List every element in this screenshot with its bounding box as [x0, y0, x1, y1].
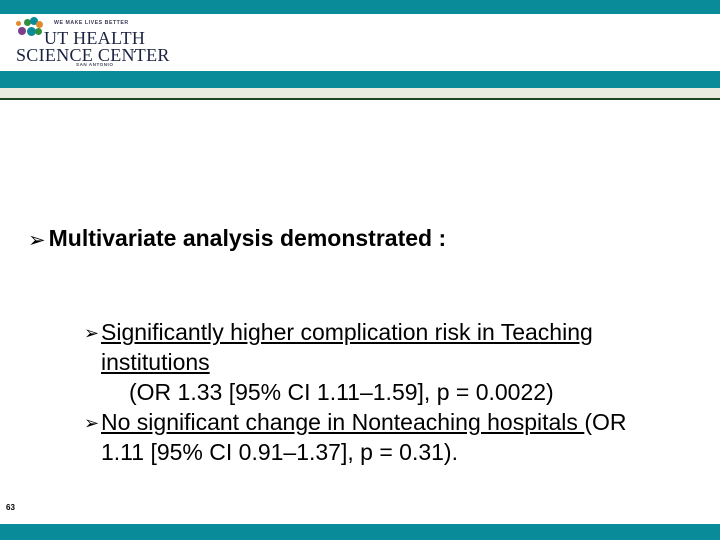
- logo-registered-mark: ·: [133, 47, 137, 58]
- top-teal-band: [0, 0, 720, 14]
- page-number: 63: [6, 503, 15, 512]
- list-item: ➢Significantly higher complication risk …: [84, 318, 664, 378]
- logo-tagline: WE MAKE LIVES BETTER: [54, 20, 129, 26]
- arrow-bullet-icon: ➢: [28, 228, 46, 252]
- logo-sublocation: SAN ANTONIO: [76, 62, 114, 67]
- list-item-underlined-text: No significant change in Nonteaching hos…: [101, 408, 585, 435]
- bottom-teal-band: [0, 524, 720, 540]
- slide-content: ➢ Multivariate analysis demonstrated : ➢S…: [0, 100, 720, 524]
- statistic-text: (OR 1.33 [95% CI 1.11–1.59], p = 0.0022): [129, 378, 554, 405]
- list-item: ➢No significant change in Nonteaching ho…: [84, 408, 664, 468]
- heading-text: Multivariate analysis demonstrated :: [48, 225, 447, 251]
- slide-canvas: WE MAKE LIVES BETTER UT HEALTH SCIENCE C…: [0, 0, 720, 540]
- list-item-underlined-text: Significantly higher complication risk i…: [101, 319, 593, 375]
- sub-bullet-list: ➢Significantly higher complication risk …: [84, 318, 664, 467]
- arrow-bullet-icon: ➢: [84, 323, 100, 344]
- beige-band: [0, 88, 720, 98]
- arrow-bullet-icon: ➢: [84, 412, 100, 434]
- heading-bullet-line: ➢ Multivariate analysis demonstrated :: [28, 226, 446, 251]
- middle-teal-band: [0, 71, 720, 88]
- ut-health-logo: WE MAKE LIVES BETTER UT HEALTH SCIENCE C…: [16, 17, 196, 69]
- statistic-line: (OR 1.33 [95% CI 1.11–1.59], p = 0.0022): [84, 378, 664, 408]
